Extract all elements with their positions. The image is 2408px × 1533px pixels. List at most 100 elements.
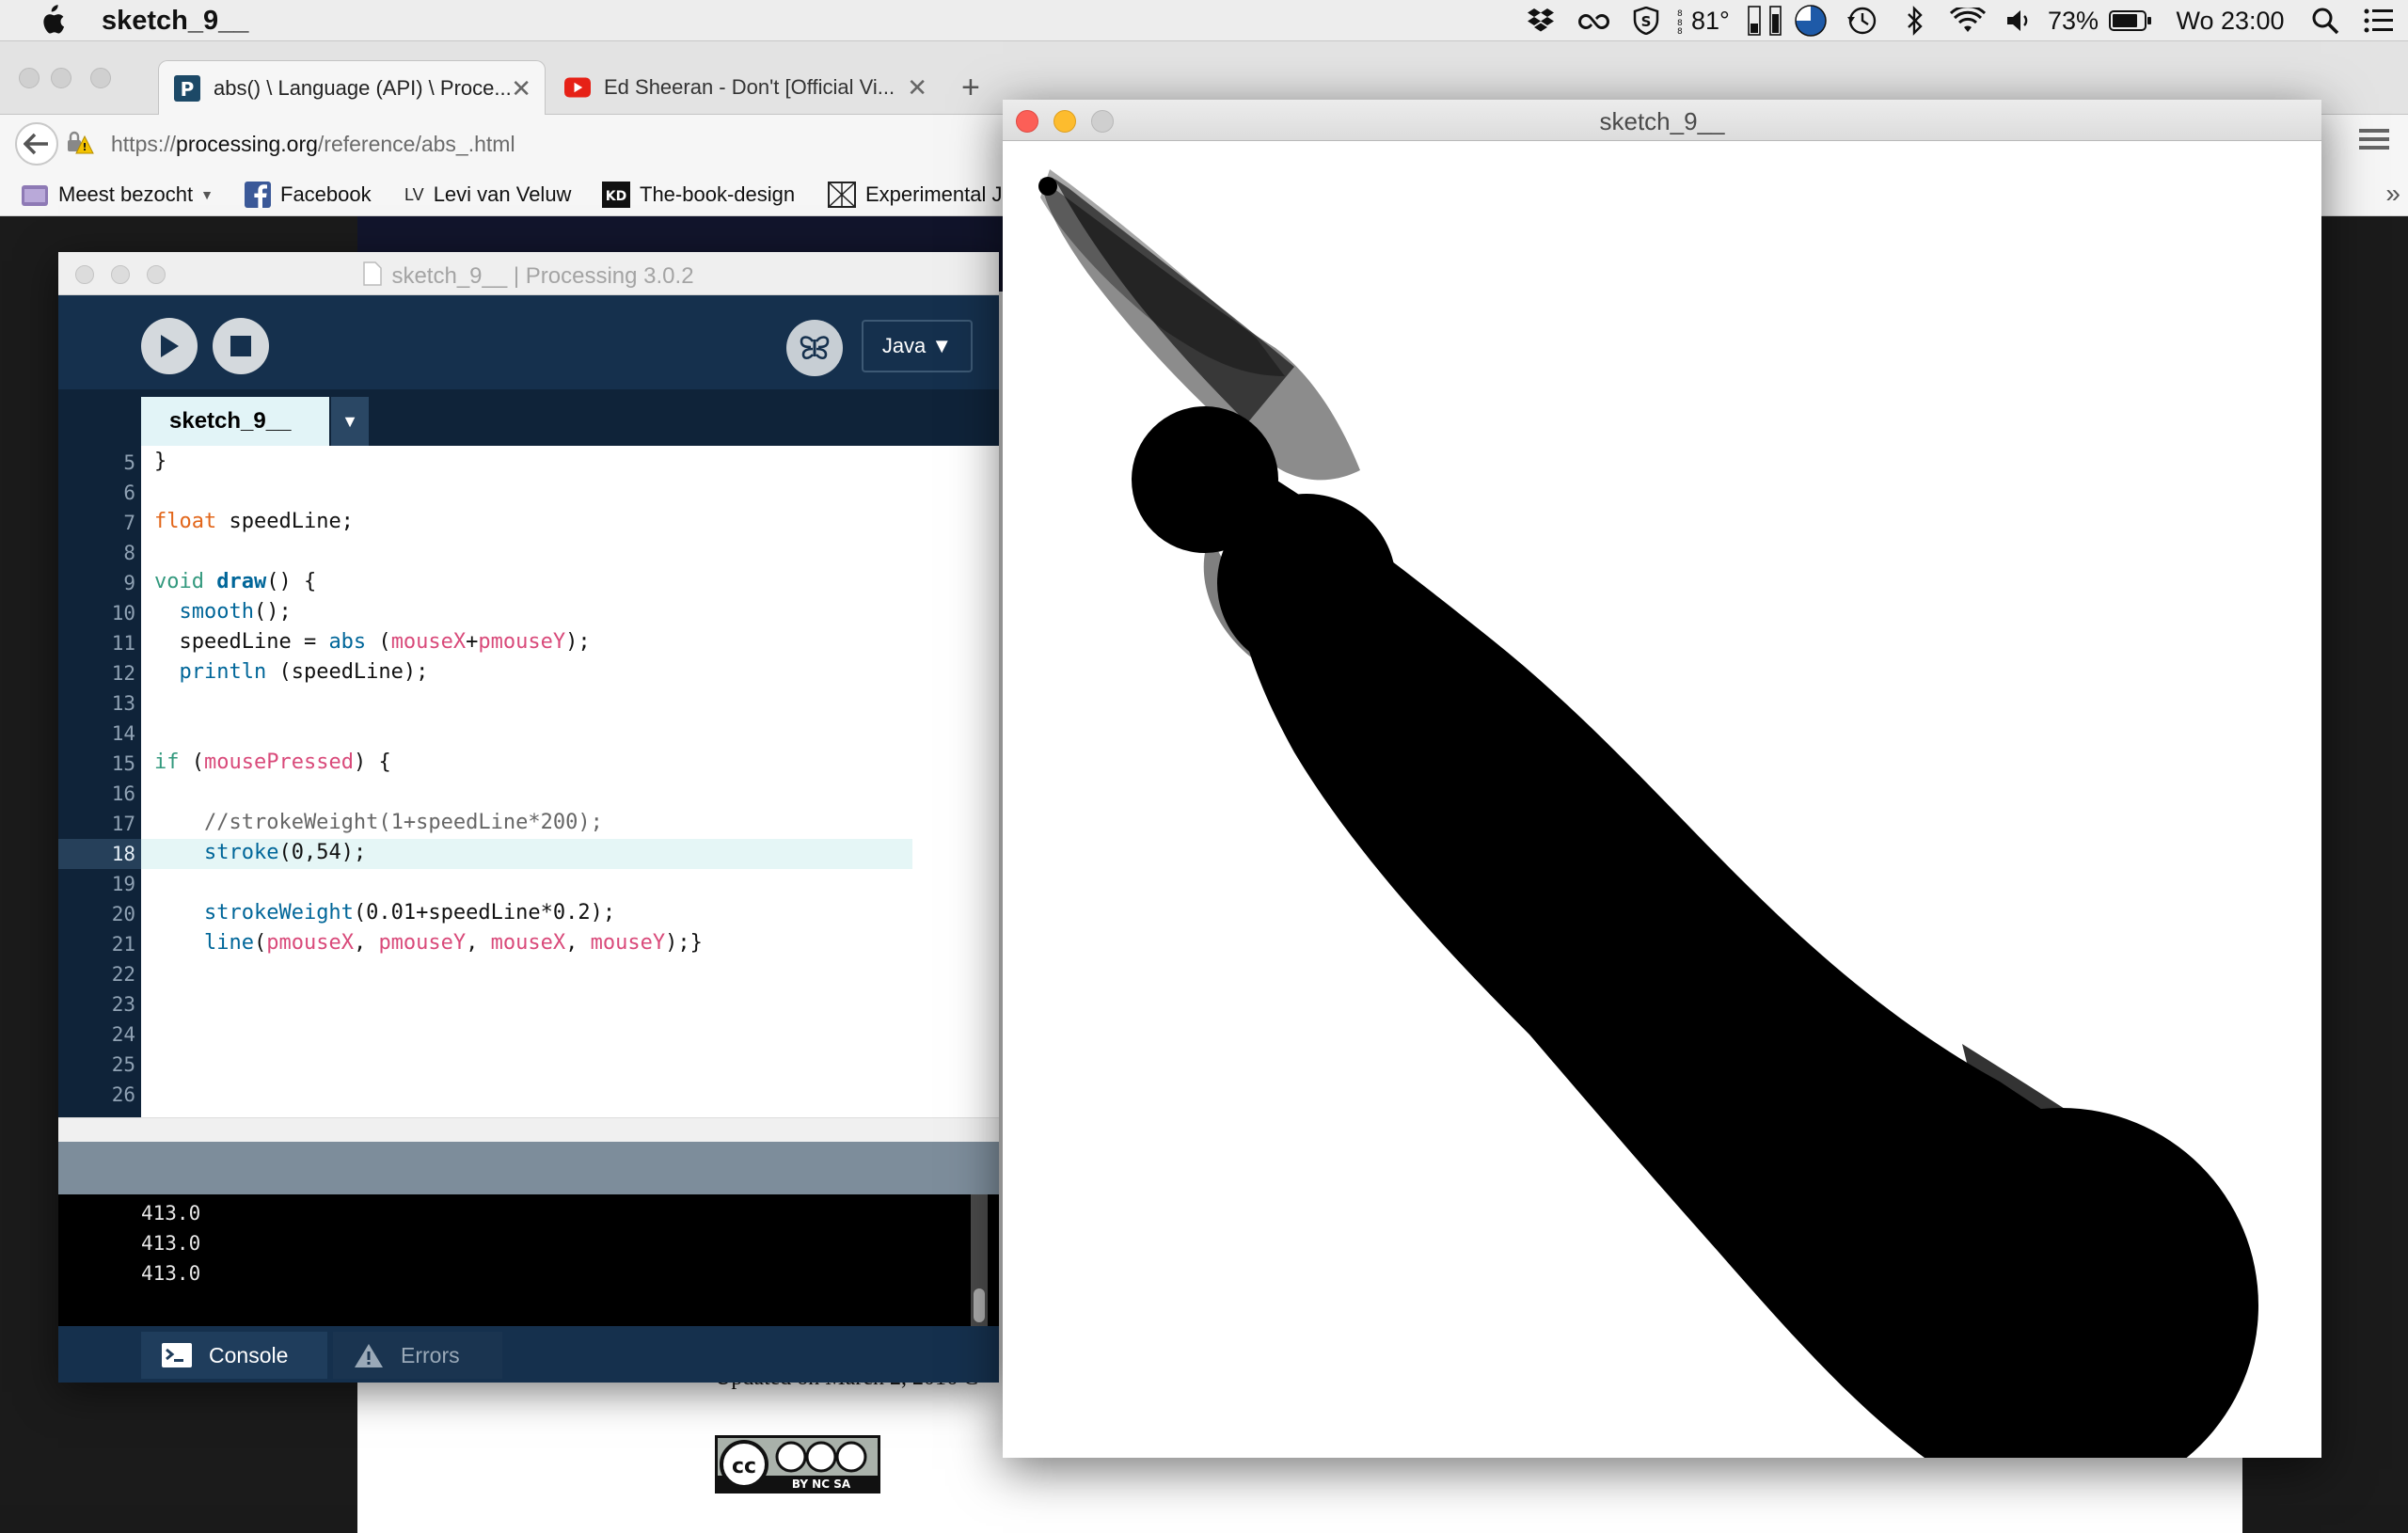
url-path: /reference/abs_.html <box>317 131 515 156</box>
creative-cloud-icon[interactable] <box>1567 0 1620 41</box>
code-line: smooth(); <box>179 600 292 624</box>
tab-menu-arrow-icon[interactable]: ▼ <box>331 397 369 446</box>
dropbox-icon[interactable] <box>1514 0 1567 41</box>
temperature-gauge-icon: 888 <box>1672 0 1691 41</box>
bookmark-label: Meest bezocht <box>58 182 194 206</box>
line-number: 20 <box>111 903 135 925</box>
facebook-icon <box>245 182 271 208</box>
code-text-area[interactable]: } float speedLine; void draw() { smooth(… <box>141 446 1059 1142</box>
battery-percentage[interactable]: 73% <box>2045 0 2101 41</box>
document-icon <box>363 261 383 292</box>
code-line: speedLine = abs (mouseX+pmouseY); <box>154 630 591 654</box>
line-number: 15 <box>111 752 135 775</box>
line-number: 6 <box>123 482 135 504</box>
line-number-gutter: 5 6 7 8 9 10 11 12 13 14 15 16 17 18 19 … <box>58 446 141 1142</box>
code-line-current: stroke(0,54); <box>203 841 367 864</box>
bluetooth-icon[interactable] <box>1889 0 1941 41</box>
tab-close-icon[interactable]: ✕ <box>907 73 927 103</box>
cc-license-text: BY NC SA <box>792 1478 851 1491</box>
bookmark-most-visited[interactable]: Meest bezocht ▼ <box>21 181 214 209</box>
bookmark-the-book-design[interactable]: KD The-book-design <box>602 181 795 209</box>
console-line: 413.0 <box>141 1232 201 1255</box>
line-number: 16 <box>111 782 135 805</box>
bookmark-label: Levi van Veluw <box>433 182 572 206</box>
volume-icon[interactable] <box>1994 0 2045 41</box>
svg-text:!: ! <box>82 141 87 153</box>
cpu-meter-icon[interactable] <box>1746 0 1765 41</box>
bookmark-experimental[interactable]: Experimental Je <box>828 181 1014 209</box>
time-machine-icon[interactable] <box>1834 0 1889 41</box>
bookmark-levi-van-veluw[interactable]: LV Levi van Veluw <box>404 181 571 209</box>
line-number: 25 <box>111 1053 135 1076</box>
editor-bottom-strip <box>58 1117 999 1142</box>
ide-status-bar <box>58 1142 999 1194</box>
youtube-icon <box>564 74 591 101</box>
stop-button[interactable] <box>213 318 269 374</box>
browser-menu-icon[interactable] <box>2359 126 2389 157</box>
tab-title: Ed Sheeran - Don't [Official Vi... <box>604 75 895 99</box>
code-comment-line: //strokeWeight(1+speedLine*200); <box>154 811 603 834</box>
new-tab-plus-icon[interactable]: + <box>961 70 980 106</box>
back-arrow-icon[interactable] <box>15 122 58 166</box>
svg-text:P: P <box>181 78 195 101</box>
temperature-readout[interactable]: 81° <box>1691 0 1746 41</box>
macos-menu-bar: sketch_9__ S 888 81° 73% Wo 23:00 <box>0 0 2408 41</box>
svg-text:KD: KD <box>606 189 626 204</box>
url-bar[interactable]: ! https://processing.org/reference/abs_.… <box>66 124 1006 164</box>
run-button[interactable] <box>141 318 198 374</box>
code-line: line(pmouseX, pmouseY, mouseX, mouseY);} <box>203 931 703 955</box>
bookmark-facebook[interactable]: Facebook <box>245 181 372 209</box>
apple-menu-icon[interactable] <box>36 4 66 38</box>
bookmark-label: The-book-design <box>640 182 796 206</box>
svg-text:8: 8 <box>1677 9 1683 19</box>
pie-chart-icon[interactable] <box>1787 0 1834 41</box>
shield-s-icon[interactable]: S <box>1620 0 1672 41</box>
line-number: 23 <box>111 993 135 1016</box>
code-line: strokeWeight(0.01+speedLine*0.2); <box>203 901 616 925</box>
console-tab-label: Console <box>209 1342 289 1367</box>
clock[interactable]: Wo 23:00 <box>2160 0 2301 41</box>
brush-stroke-drawing <box>1038 169 2258 1503</box>
processing-ide-window: sketch_9__ | Processing 3.0.2 Java ▼ ske… <box>58 252 1059 1383</box>
line-number: 9 <box>123 572 135 594</box>
sketch-tab[interactable]: sketch_9__ <box>141 397 329 446</box>
svg-text:S: S <box>1641 13 1652 30</box>
browser-minimize-button[interactable] <box>51 68 71 88</box>
browser-zoom-button[interactable] <box>90 68 111 88</box>
insecure-warning-icon[interactable]: ! <box>66 131 94 157</box>
most-visited-icon <box>21 182 49 207</box>
bookmarks-overflow-icon[interactable]: » <box>2385 179 2400 209</box>
line-number: 7 <box>123 512 135 534</box>
bookmark-label: Experimental Je <box>865 182 1014 206</box>
browser-close-button[interactable] <box>19 68 40 88</box>
code-line: println (speedLine); <box>179 660 429 684</box>
code-editor[interactable]: 5 6 7 8 9 10 11 12 13 14 15 16 17 18 19 … <box>58 446 1059 1142</box>
errors-tab[interactable]: Errors <box>333 1332 502 1379</box>
mode-selector[interactable]: Java ▼ <box>862 320 973 372</box>
ide-title-bar: sketch_9__ | Processing 3.0.2 <box>58 252 999 295</box>
wifi-icon[interactable] <box>1941 0 1994 41</box>
browser-tab-youtube[interactable]: Ed Sheeran - Don't [Official Vi... ✕ <box>549 60 941 115</box>
kd-logo-icon: KD <box>602 182 630 208</box>
line-number: 19 <box>111 873 135 895</box>
debugger-butterfly-icon[interactable] <box>786 320 843 376</box>
battery-icon[interactable] <box>2101 0 2160 41</box>
console-line: 413.0 <box>141 1262 201 1285</box>
console-output[interactable]: 413.0 413.0 413.0 <box>58 1194 999 1326</box>
experimental-icon <box>828 182 856 208</box>
app-name-menu[interactable]: sketch_9__ <box>102 6 248 37</box>
line-number: 14 <box>111 722 135 745</box>
creative-commons-badge[interactable]: cc BY NC SA <box>715 1435 880 1493</box>
warning-triangle-icon <box>354 1342 384 1368</box>
line-number: 10 <box>111 602 135 624</box>
line-number: 5 <box>123 451 135 474</box>
browser-tab-processing[interactable]: P abs() \ Language (API) \ Proce... ✕ <box>158 60 546 115</box>
sketch-canvas[interactable] <box>1003 141 2320 1503</box>
notification-center-icon[interactable] <box>2350 0 2408 41</box>
line-number: 17 <box>111 813 135 835</box>
tab-close-icon[interactable]: ✕ <box>511 74 531 103</box>
console-tab[interactable]: Console <box>141 1332 327 1379</box>
console-scrollbar[interactable] <box>971 1194 988 1326</box>
spotlight-search-icon[interactable] <box>2301 0 2350 41</box>
memory-meter-icon[interactable] <box>1765 0 1787 41</box>
